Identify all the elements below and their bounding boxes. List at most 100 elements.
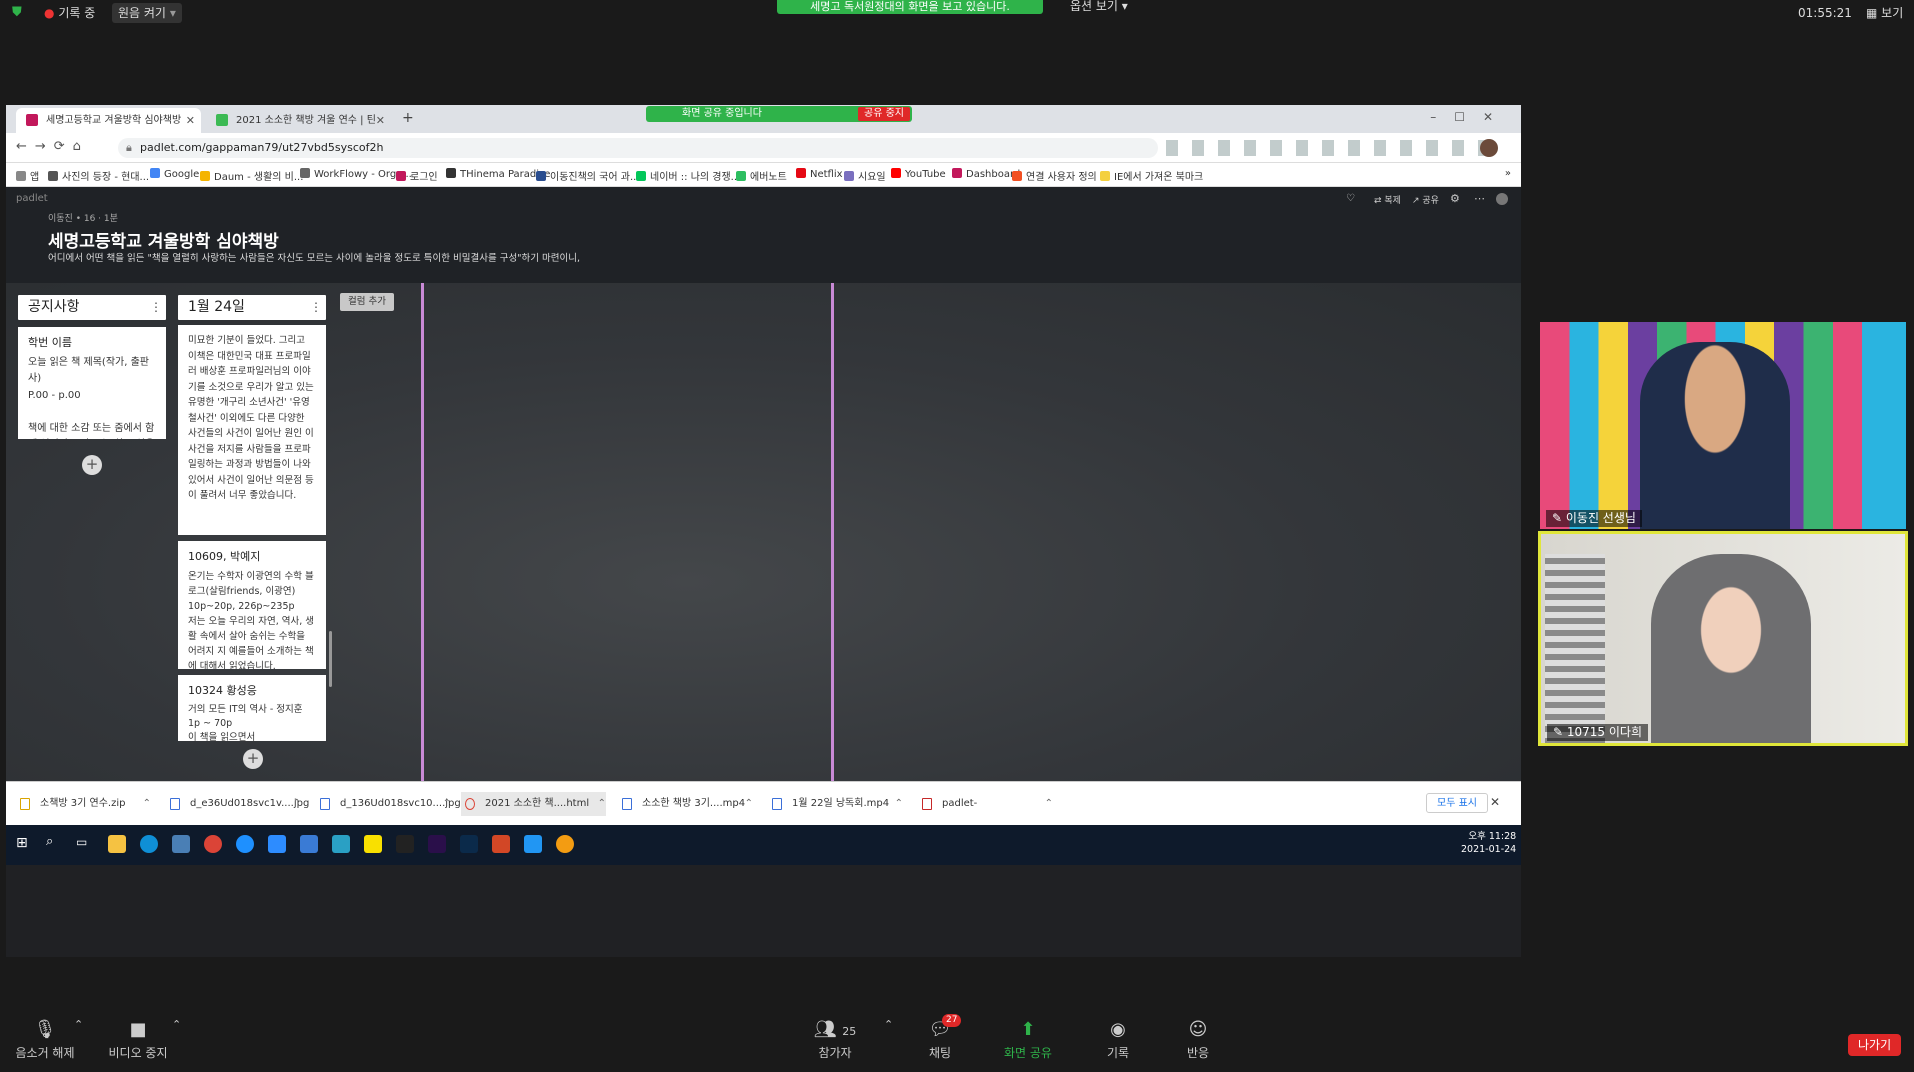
bookmark-item[interactable]: IE에서 가져온 북마크 [1100, 168, 1203, 183]
chevron-up-icon[interactable]: ⌃ [74, 1018, 83, 1031]
nav-buttons-icon[interactable]: ←→⟳⌂ [16, 139, 89, 154]
zoom-app-icon[interactable] [268, 835, 286, 853]
app-icon[interactable] [524, 835, 542, 853]
recording-indicator[interactable]: ● 기록 중 [44, 3, 95, 23]
browser-tab-padlet[interactable]: 세명고등학교 겨울방학 심야책방 ✕ [16, 108, 201, 133]
chevron-up-icon[interactable]: ⌃ [293, 792, 301, 816]
column-menu-icon[interactable]: ⋮ [310, 295, 322, 320]
avatar[interactable] [1496, 193, 1508, 205]
profile-avatar[interactable] [1480, 139, 1498, 157]
acrobat-icon[interactable] [396, 835, 414, 853]
url-input[interactable]: 🔒︎ padlet.com/gappaman79/ut27vbd5syscof2h [118, 138, 1158, 158]
bookmark-item[interactable]: Daum - 생활의 비... [200, 168, 303, 183]
participants-button[interactable]: 👥︎ 25 참가자 [810, 1020, 860, 1061]
close-icon[interactable]: ✕ [376, 108, 385, 133]
share-button[interactable]: ↗ 공유 [1412, 193, 1439, 206]
post-card[interactable]: 10609, 박예지 온기는 수학자 이광연의 수학 블로그(살림friends… [178, 541, 326, 669]
column-header-jan24[interactable]: 1월 24일 ⋮ [178, 295, 326, 320]
bookmark-item[interactable]: 이동진책의 국어 과... [536, 168, 640, 183]
view-options-button[interactable]: 옵션 보기 ▾ [1070, 0, 1128, 16]
heart-icon[interactable]: ♡ [1346, 193, 1355, 204]
add-column-button[interactable]: 컬럼 추가 [340, 293, 394, 311]
close-icon[interactable]: ✕ [186, 108, 195, 133]
download-item[interactable]: d_e36Ud018svc1v....jpg ⌃ [166, 792, 309, 816]
column-menu-icon[interactable]: ⋮ [150, 295, 162, 320]
bookmark-item[interactable]: THinema Paradise [446, 168, 550, 180]
bookmark-item[interactable]: 앱 [16, 168, 39, 183]
download-item[interactable]: d_136Ud018svc10....jpg ⌃ [316, 792, 461, 816]
download-item[interactable]: 2021 소소한 책....html ⌃ [461, 792, 606, 816]
search-icon[interactable]: ⌕ [46, 834, 53, 849]
app-icon[interactable] [300, 835, 318, 853]
chevron-up-icon[interactable]: ⌃ [443, 792, 451, 816]
add-post-button[interactable]: + [243, 749, 263, 769]
record-button[interactable]: ◉ 기록 [1098, 1020, 1138, 1061]
share-screen-button[interactable]: ⬆ 화면 공유 [998, 1020, 1058, 1061]
audio-toggle-button[interactable]: 원음 켜기 ▾ [112, 3, 182, 23]
app-icon[interactable] [332, 835, 350, 853]
view-button[interactable]: ▦ 보기 [1866, 3, 1903, 23]
column-scrollbar[interactable] [329, 631, 332, 687]
column-header-notice[interactable]: 공지사항 ⋮ [18, 295, 166, 320]
task-view-icon[interactable]: ▭ [76, 835, 87, 849]
show-all-downloads-button[interactable]: 모두 표시 [1426, 793, 1488, 813]
post-card[interactable]: 10324 황성응 거의 모든 IT의 역사 - 정지훈 1p ~ 70p 이 … [178, 675, 326, 741]
emoji-icon: ☺ [1188, 1019, 1208, 1040]
bookmark-item[interactable]: Netflix [796, 168, 843, 180]
download-item[interactable]: padlet- ⌃ [918, 792, 1053, 816]
gear-icon[interactable]: ⚙ [1450, 192, 1460, 205]
file-explorer-icon[interactable] [108, 835, 126, 853]
post-card[interactable]: 미묘한 기분이 들었다. 그리고 이책은 대한민국 대표 프로파일러 배상훈 프… [178, 325, 326, 535]
bookmark-item[interactable]: Dashboard [952, 168, 1020, 180]
bookmark-item[interactable]: 시요일 [844, 168, 886, 183]
app-icon[interactable] [172, 835, 190, 853]
bookmark-item[interactable]: 연결 사용자 정의 [1012, 168, 1097, 183]
more-icon[interactable]: ⋯ [1474, 192, 1485, 205]
add-post-button[interactable]: + [82, 455, 102, 475]
app-icon[interactable] [556, 835, 574, 853]
more-bookmarks-icon[interactable]: » [1505, 168, 1511, 179]
new-tab-icon[interactable]: + [402, 110, 414, 126]
chevron-up-icon[interactable]: ⌃ [172, 1018, 181, 1031]
download-item[interactable]: 소소한 책방 3기....mp4 ⌃ [618, 792, 753, 816]
remake-button[interactable]: ⇄ 복제 [1374, 193, 1401, 206]
window-controls[interactable]: –☐✕ [1430, 110, 1511, 124]
reactions-button[interactable]: ☺ 반응 [1178, 1020, 1218, 1061]
video-tile-teacher[interactable]: ✎ 이동진 선생님 [1540, 322, 1906, 529]
bookmark-item[interactable]: 사진의 등장 - 현대... [48, 168, 149, 183]
stop-share-button[interactable]: 공유 중지 [858, 107, 910, 121]
browser-tab-workshop[interactable]: 2021 소소한 책방 겨울 연수 | 틴 ✕ [206, 108, 391, 133]
chrome-icon[interactable] [204, 835, 222, 853]
bookmark-item[interactable]: 로그인 [396, 168, 438, 183]
chevron-up-icon[interactable]: ⌃ [884, 1018, 893, 1031]
bookmark-item[interactable]: YouTube [891, 168, 946, 180]
leave-button[interactable]: 나가기 [1848, 1034, 1902, 1056]
padlet-logo[interactable]: padlet [16, 193, 48, 204]
bookmark-item[interactable]: 에버노트 [736, 168, 787, 183]
photoshop-icon[interactable] [460, 835, 478, 853]
stop-video-button[interactable]: ■ 비디오 중지 [102, 1020, 174, 1061]
close-icon[interactable]: ✕ [1490, 795, 1500, 809]
chevron-up-icon[interactable]: ⌃ [143, 792, 151, 816]
video-tile-student[interactable]: ✎ 10715 이다희 [1538, 531, 1908, 746]
chevron-up-icon[interactable]: ⌃ [1045, 792, 1053, 816]
ie-icon[interactable] [236, 835, 254, 853]
windows-start-icon[interactable]: ⊞ [16, 835, 28, 851]
chevron-up-icon[interactable]: ⌃ [598, 792, 606, 816]
notice-card[interactable]: 학번 이름 오늘 읽은 책 제목(작가, 출판사) P.00 - p.00 책에… [18, 327, 166, 439]
chat-button[interactable]: 💬︎ 채팅 27 [920, 1014, 962, 1061]
system-clock[interactable]: 오후 11:28 2021-01-24 [1461, 830, 1516, 856]
powerpoint-icon[interactable] [492, 835, 510, 853]
bookmark-item[interactable]: 네이버 :: 나의 경쟁... [636, 168, 740, 183]
unmute-button[interactable]: 🎙︎ 음소거 해제 [10, 1020, 80, 1061]
chevron-up-icon[interactable]: ⌃ [745, 792, 753, 816]
download-item[interactable]: 소책방 3기 연수.zip ⌃ [16, 792, 151, 816]
extension-icons[interactable] [1166, 140, 1486, 156]
bookmark-item[interactable]: Google [150, 168, 199, 180]
chevron-up-icon[interactable]: ⌃ [895, 792, 903, 816]
download-item[interactable]: 1월 22일 낭독회.mp4 ⌃ [768, 792, 903, 816]
zoom-top-bar: ⛊ ● 기록 중 원음 켜기 ▾ 세명고 독서원정대의 화면을 보고 있습니다.… [0, 0, 1914, 26]
edge-icon[interactable] [140, 835, 158, 853]
premiere-icon[interactable] [428, 835, 446, 853]
kakaotalk-icon[interactable] [364, 835, 382, 853]
